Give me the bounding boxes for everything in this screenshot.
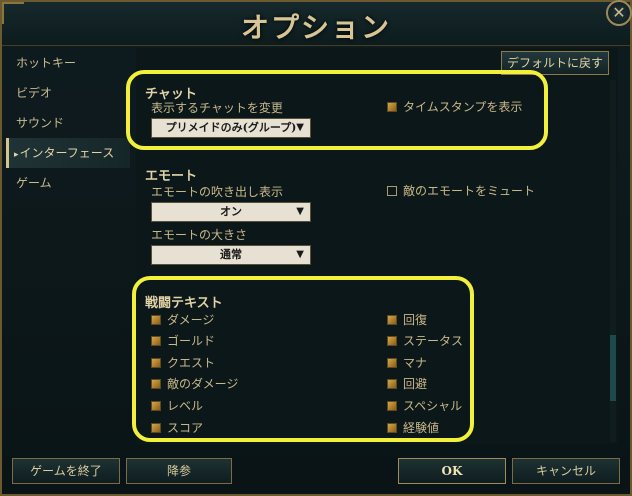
- mute-enemy-emotes-label: 敵のエモートをミュート: [403, 184, 536, 198]
- scroll-thumb[interactable]: [610, 335, 616, 401]
- emote-bubble-value: オン: [220, 205, 242, 218]
- scrollbar[interactable]: [610, 80, 616, 442]
- emote-section-title: エモート: [145, 169, 198, 184]
- chat-highlight-box: [126, 70, 548, 150]
- combat-text-highlight-box: [132, 276, 474, 442]
- sidebar-item-label: ビデオ: [16, 86, 53, 100]
- emote-bubble-label: エモートの吹き出し表示: [151, 185, 284, 199]
- sidebar: ホットキー ビデオ サウンド ▸インターフェース ゲーム: [6, 48, 130, 198]
- title-bar: オプション: [2, 2, 630, 46]
- emote-size-select[interactable]: 通常 ▼: [151, 245, 311, 265]
- emote-size-label: エモートの大きさ: [151, 228, 248, 242]
- sidebar-item-sound[interactable]: サウンド: [6, 108, 130, 138]
- dropdown-caret-icon: ▼: [296, 249, 304, 260]
- cancel-button[interactable]: キャンセル: [512, 458, 620, 484]
- triangle-right-icon: ▸: [14, 150, 19, 160]
- sidebar-item-interface[interactable]: ▸インターフェース: [6, 138, 130, 168]
- dropdown-caret-icon: ▼: [296, 206, 304, 217]
- sidebar-item-video[interactable]: ビデオ: [6, 78, 130, 108]
- checkbox-unchecked-icon: [387, 186, 397, 196]
- corner-ornament: [2, 2, 24, 24]
- ok-button[interactable]: OK: [398, 458, 506, 484]
- mute-enemy-emotes-checkbox[interactable]: 敵のエモートをミュート: [387, 183, 535, 199]
- emote-bubble-select[interactable]: オン ▼: [151, 202, 311, 222]
- close-icon[interactable]: ✕: [606, 0, 632, 26]
- sidebar-item-game[interactable]: ゲーム: [6, 168, 130, 198]
- sidebar-item-label: サウンド: [16, 116, 65, 130]
- sidebar-item-label: ゲーム: [16, 176, 52, 190]
- quit-game-button[interactable]: ゲームを終了: [12, 458, 120, 484]
- window-title: オプション: [240, 11, 391, 44]
- sidebar-item-hotkeys[interactable]: ホットキー: [6, 48, 130, 78]
- surrender-button[interactable]: 降参: [126, 458, 232, 484]
- sidebar-item-label: ホットキー: [16, 56, 77, 70]
- sidebar-item-label: インターフェース: [19, 146, 115, 160]
- emote-size-value: 通常: [220, 248, 242, 261]
